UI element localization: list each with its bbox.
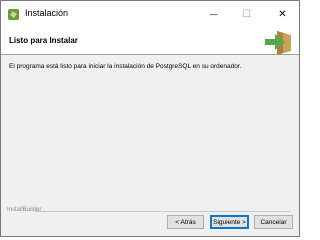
minimize-icon: — <box>209 10 218 19</box>
window-title: Instalación <box>25 8 69 18</box>
back-button[interactable]: < Atrás <box>167 215 204 229</box>
next-button[interactable]: Siguiente > <box>210 215 249 229</box>
installer-logo-icon <box>265 31 291 55</box>
content-area: El programa está listo para iniciar la i… <box>1 55 299 203</box>
installbuilder-brand: InstallBuilder <box>7 207 42 213</box>
page-title: Listo para Instalar <box>9 36 78 45</box>
installer-app-icon <box>8 9 19 20</box>
maximize-icon: ☐ <box>242 9 251 20</box>
ready-message: El programa está listo para iniciar la i… <box>9 63 242 70</box>
minimize-button[interactable]: — <box>200 1 227 28</box>
maximize-button[interactable]: ☐ <box>233 1 260 28</box>
close-icon: ✕ <box>278 9 287 20</box>
close-button[interactable]: ✕ <box>269 1 296 28</box>
footer-divider <box>35 211 291 212</box>
title-bar: Instalación — ☐ ✕ <box>1 1 299 28</box>
page-header: Listo para Instalar <box>1 28 299 55</box>
installer-window: Instalación — ☐ ✕ Listo para Instalar El… <box>0 0 300 237</box>
cancel-button[interactable]: Cancelar <box>254 215 293 229</box>
